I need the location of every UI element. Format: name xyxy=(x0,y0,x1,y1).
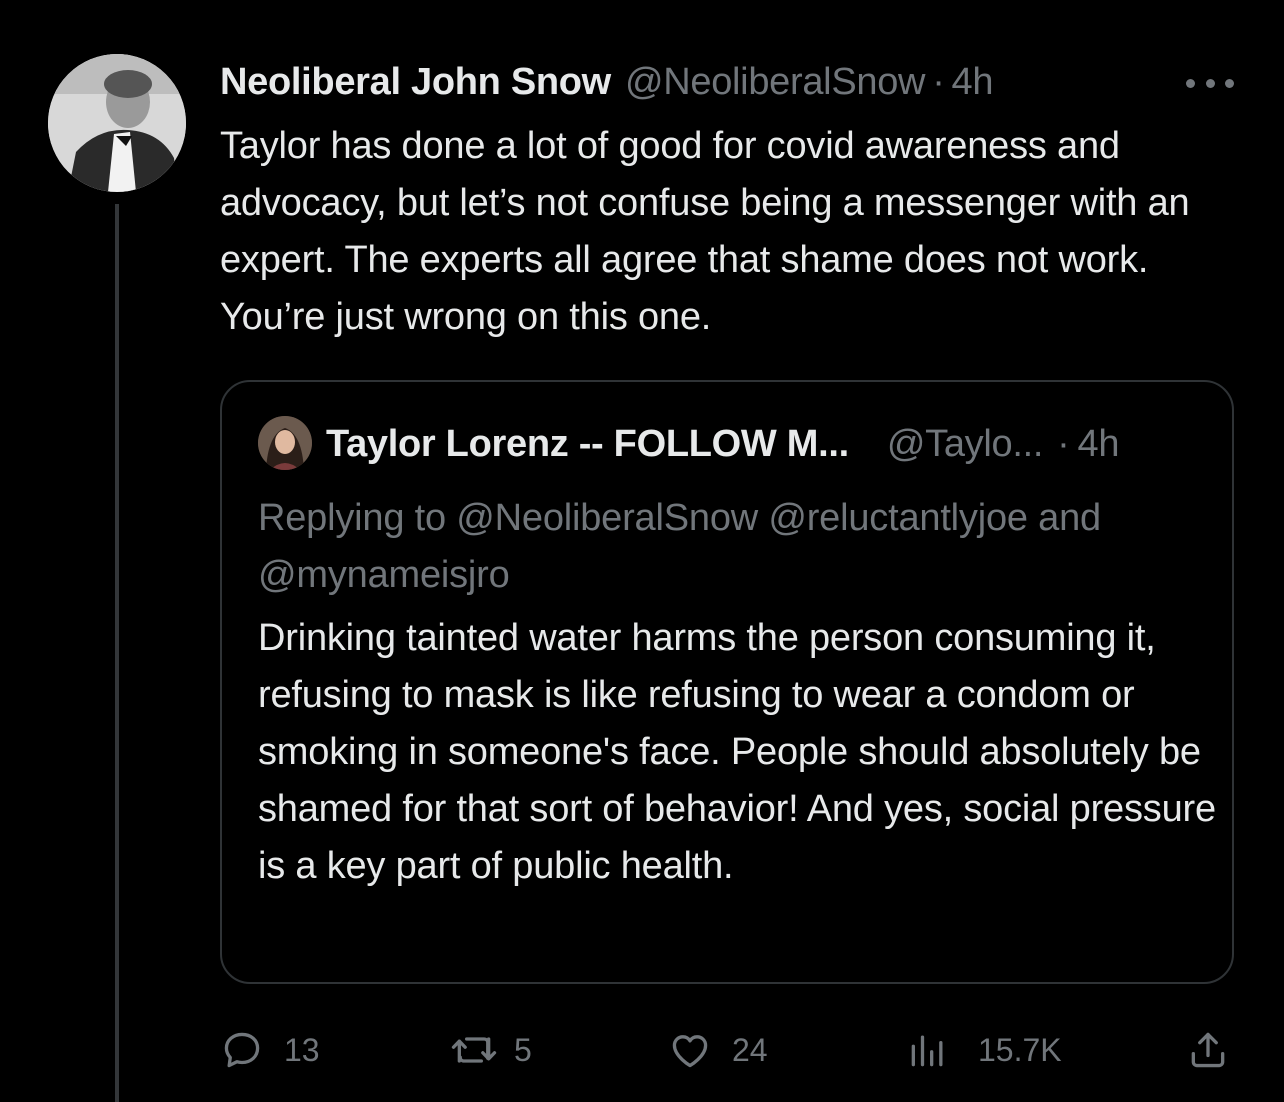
tweet-header: Neoliberal John Snow @NeoliberalSnow · 4… xyxy=(220,58,994,106)
replying-to: Replying to @NeoliberalSnow @reluctantly… xyxy=(258,497,1101,596)
quoted-author-avatar[interactable] xyxy=(258,416,312,470)
quoted-tweet-text: Drinking tainted water harms the person … xyxy=(258,617,1216,887)
more-horizontal-icon[interactable] xyxy=(1186,76,1234,90)
portrait-photo-avatar xyxy=(48,54,186,192)
like-icon xyxy=(672,1035,708,1068)
thread-line xyxy=(115,204,119,1102)
views-button[interactable]: 15.7K xyxy=(906,1026,1062,1074)
repost-count: 5 xyxy=(514,1031,532,1068)
reply-count: 13 xyxy=(284,1031,320,1068)
portrait-photo-avatar xyxy=(258,416,312,470)
share-button[interactable] xyxy=(1186,1026,1230,1074)
quoted-author-handle[interactable]: @Taylo... xyxy=(887,423,1044,466)
quoted-author-name[interactable]: Taylor Lorenz -- FOLLOW M... xyxy=(326,423,849,466)
views-icon xyxy=(911,1035,943,1067)
repost-button[interactable]: 5 xyxy=(450,1026,532,1074)
author-avatar[interactable] xyxy=(48,54,186,192)
like-count: 24 xyxy=(732,1031,768,1068)
separator-dot: · xyxy=(1057,422,1070,465)
share-icon xyxy=(1191,1032,1225,1068)
like-button[interactable]: 24 xyxy=(668,1026,768,1074)
author-handle[interactable]: @NeoliberalSnow xyxy=(625,61,926,104)
views-count: 15.7K xyxy=(978,1031,1062,1068)
tweet-time[interactable]: 4h xyxy=(952,61,994,104)
author-name[interactable]: Neoliberal John Snow xyxy=(220,61,611,104)
quoted-tweet-time[interactable]: 4h xyxy=(1077,423,1119,466)
quoted-tweet[interactable]: Taylor Lorenz -- FOLLOW M... @Taylo... ·… xyxy=(220,380,1234,984)
repost-icon xyxy=(451,1037,497,1063)
quoted-tweet-header: Taylor Lorenz -- FOLLOW M... @Taylo... ·… xyxy=(326,420,1119,468)
tweet-text: Taylor has done a lot of good for covid … xyxy=(220,125,1190,338)
reply-button[interactable]: 13 xyxy=(220,1026,320,1074)
reply-icon xyxy=(224,1032,260,1068)
separator-dot: · xyxy=(932,60,945,103)
